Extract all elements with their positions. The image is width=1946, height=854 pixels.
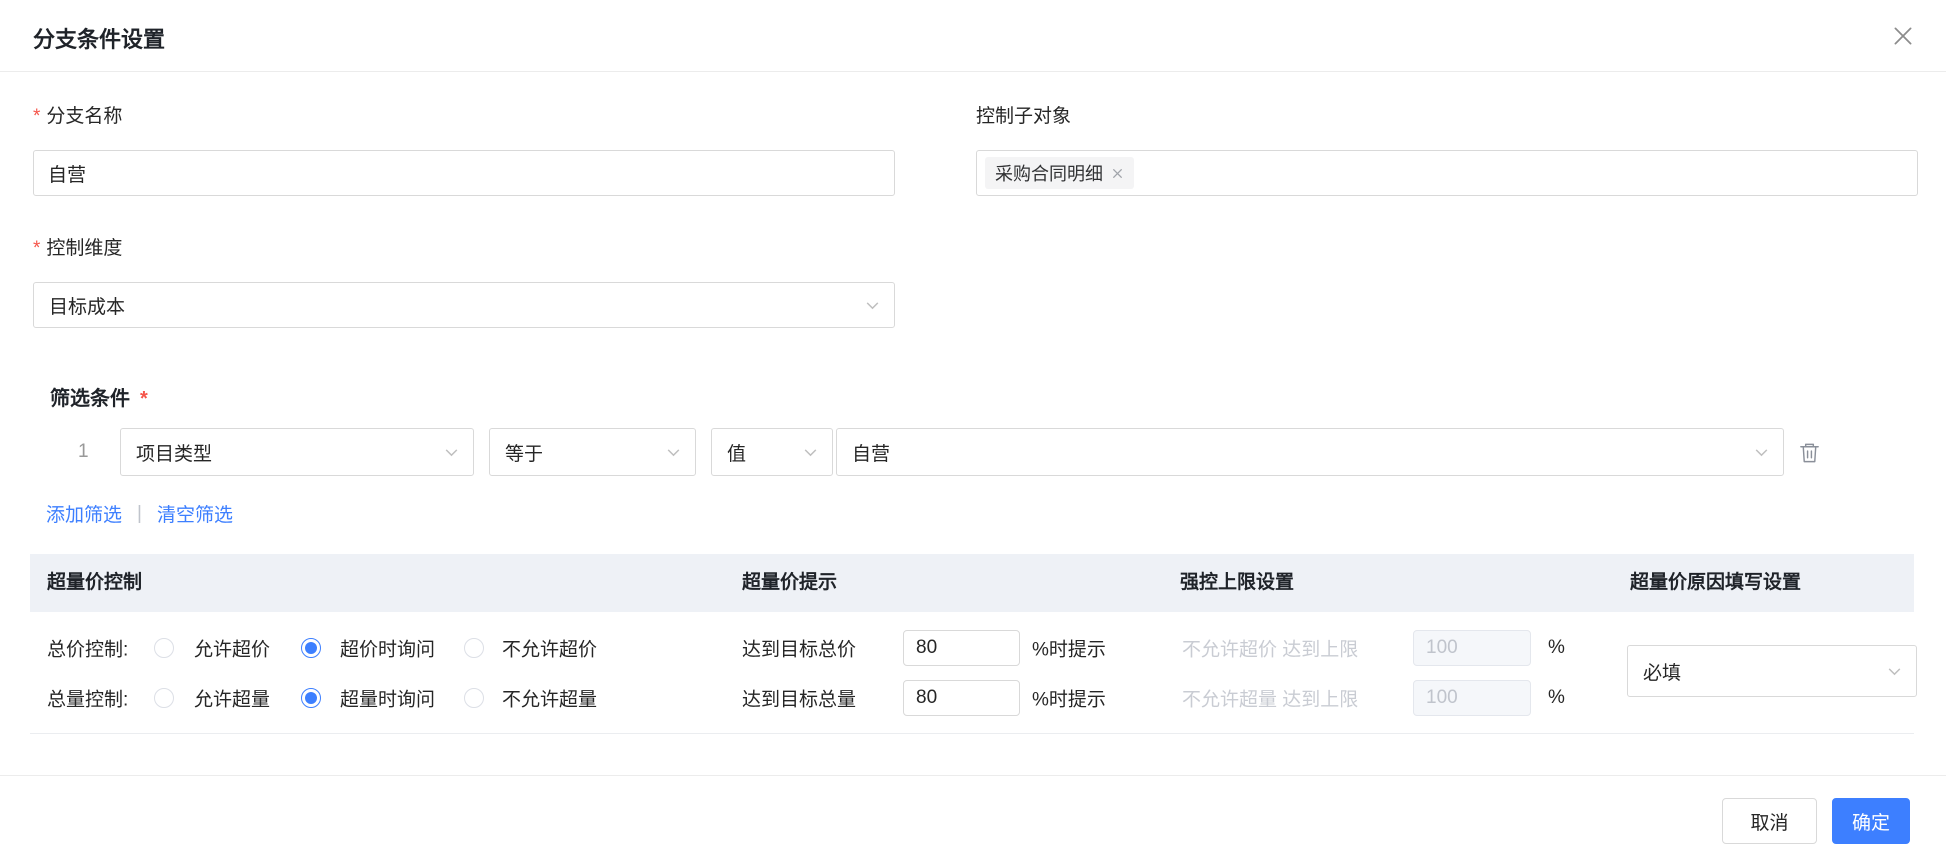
chevron-down-icon <box>866 301 879 309</box>
clear-filter-link[interactable]: 清空筛选 <box>157 500 233 527</box>
limit-suffix: % <box>1548 687 1565 708</box>
chevron-down-icon <box>445 448 458 456</box>
filter-operator-select[interactable]: 等于 <box>489 428 696 476</box>
close-icon[interactable] <box>1888 21 1918 51</box>
filter-links: 添加筛选 | 清空筛选 <box>46 500 233 527</box>
radio-allow-over-price[interactable] <box>154 638 174 658</box>
header-hint: 超量价提示 <box>742 572 838 593</box>
table-header-row: 超量价控制 超量价提示 强控上限设置 超量价原因填写设置 <box>30 554 1914 612</box>
header-reason: 超量价原因填写设置 <box>1630 572 1802 593</box>
filter-row-index: 1 <box>78 441 89 462</box>
radio-forbid-over-price[interactable] <box>464 638 484 658</box>
control-dimension-label: * 控制维度 <box>33 238 123 259</box>
radio-forbid-over-quantity-label[interactable]: 不允许超量 <box>502 685 597 712</box>
radio-ask-on-over-price[interactable] <box>301 638 321 658</box>
dialog-footer: 取消 确定 <box>0 775 1946 854</box>
dialog-title: 分支条件设置 <box>33 27 166 52</box>
limit-percent-input-disabled <box>1413 680 1531 716</box>
control-dimension-select[interactable]: 目标成本 <box>33 282 895 328</box>
limit-percent-input-disabled <box>1413 630 1531 666</box>
radio-ask-on-over-price-label[interactable]: 超价时询问 <box>340 635 435 662</box>
radio-forbid-over-price-label[interactable]: 不允许超价 <box>502 635 597 662</box>
cancel-button[interactable]: 取消 <box>1722 798 1817 844</box>
dialog-header: 分支条件设置 <box>0 0 1946 72</box>
reason-fill-select[interactable]: 必填 <box>1627 645 1917 697</box>
delete-filter-row-icon[interactable] <box>1796 439 1822 465</box>
hint-label: 达到目标总价 <box>742 639 857 661</box>
tag-close-icon[interactable] <box>1111 167 1124 180</box>
required-asterisk: * <box>33 106 41 127</box>
add-filter-link[interactable]: 添加筛选 <box>46 500 122 527</box>
links-separator: | <box>137 502 142 524</box>
reason-fill-value: 必填 <box>1643 662 1682 684</box>
chevron-down-icon <box>804 448 817 456</box>
radio-forbid-over-quantity[interactable] <box>464 688 484 708</box>
limit-suffix: % <box>1548 637 1565 658</box>
control-sub-object-field[interactable]: 采购合同明细 <box>976 150 1918 196</box>
limit-label-disabled: 不允许超价 达到上限 <box>1182 639 1359 661</box>
radio-allow-over-quantity-label[interactable]: 允许超量 <box>194 685 270 712</box>
filter-field-select[interactable]: 项目类型 <box>120 428 474 476</box>
filter-value-input[interactable] <box>837 441 1753 463</box>
radio-allow-over-quantity[interactable] <box>154 688 174 708</box>
limit-label-disabled: 不允许超量 达到上限 <box>1182 689 1359 711</box>
row-control-label: 总量控制: <box>47 689 129 711</box>
branch-name-input[interactable] <box>33 150 895 196</box>
chevron-down-icon <box>667 448 680 456</box>
filter-operator-value: 等于 <box>505 443 544 465</box>
radio-ask-on-over-quantity-label[interactable]: 超量时询问 <box>340 685 435 712</box>
branch-name-label: * 分支名称 <box>33 106 123 127</box>
chevron-down-icon <box>1888 667 1901 675</box>
selected-dimension: 目标成本 <box>49 296 126 318</box>
hint-suffix: %时提示 <box>1032 639 1106 661</box>
header-limit: 强控上限设置 <box>1180 572 1295 593</box>
radio-ask-on-over-quantity[interactable] <box>301 688 321 708</box>
filter-value-combo[interactable] <box>836 428 1784 476</box>
required-asterisk: * <box>33 238 41 259</box>
confirm-button[interactable]: 确定 <box>1832 798 1910 844</box>
hint-percent-input[interactable] <box>903 630 1020 666</box>
header-control: 超量价控制 <box>47 572 143 593</box>
over-limit-control-table: 超量价控制 超量价提示 强控上限设置 超量价原因填写设置 总价控制: 允许超价 … <box>30 554 1917 734</box>
filter-section-title: 筛选条件 * <box>50 388 148 410</box>
chevron-down-icon <box>1755 448 1768 456</box>
hint-percent-input[interactable] <box>903 680 1020 716</box>
hint-label: 达到目标总量 <box>742 689 857 711</box>
hint-suffix: %时提示 <box>1032 689 1106 711</box>
filter-field-value: 项目类型 <box>136 443 213 465</box>
required-asterisk: * <box>140 388 148 410</box>
selected-object-tag: 采购合同明细 <box>985 157 1134 189</box>
control-sub-object-label: 控制子对象 <box>976 106 1072 127</box>
filter-value-type: 值 <box>727 443 747 465</box>
radio-allow-over-price-label[interactable]: 允许超价 <box>194 635 270 662</box>
row-control-label: 总价控制: <box>47 639 129 661</box>
filter-value-type-select[interactable]: 值 <box>711 428 833 476</box>
tag-label: 采购合同明细 <box>995 164 1103 184</box>
